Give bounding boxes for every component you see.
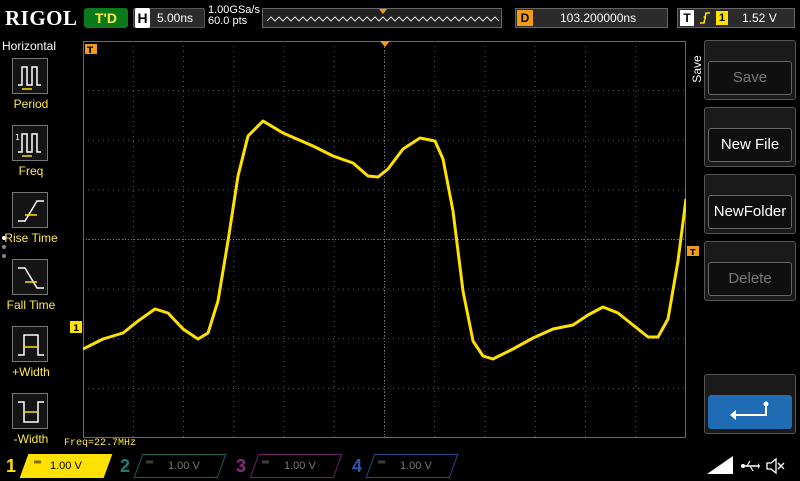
brand-logo: RIGOL	[5, 6, 78, 30]
delay-value: 103.200000ns	[560, 11, 637, 25]
new-folder-button-label: NewFolder	[708, 195, 792, 229]
trigger-channel: 1	[716, 11, 728, 25]
dc-coupling-icon: ═	[146, 457, 154, 468]
channel-2-scale: 1.00 V	[168, 460, 200, 472]
delete-button-label: Delete	[708, 262, 792, 296]
menu-toggle-icon[interactable]	[705, 454, 735, 476]
acquisition-info: 1.00GSa/s 60.0 pts	[208, 5, 260, 27]
channel-1-scale: 1.00 V	[50, 460, 82, 472]
delay-key: D	[517, 10, 533, 26]
usb-icon	[740, 458, 760, 477]
positive-width-label: +Width	[12, 365, 50, 379]
horizontal-key: H	[135, 8, 150, 28]
rise-time-label: Rise Time	[4, 231, 58, 245]
measure-menu: Horizontal Period 1 Freq Rise Time Fall …	[0, 36, 62, 450]
dc-coupling-icon: ═	[34, 457, 42, 468]
measure-rise-time[interactable]: Rise Time	[0, 192, 62, 254]
top-status-bar: RIGOL T'D H 5.00ns 1.00GSa/s 60.0 pts D …	[0, 0, 800, 36]
channel-4-scale: 1.00 V	[400, 460, 432, 472]
save-button[interactable]: Save	[704, 40, 796, 100]
channel-1-status[interactable]: 1 ═ 1.00 V	[0, 454, 113, 478]
negative-width-icon	[12, 393, 48, 429]
dc-coupling-icon: ═	[378, 457, 386, 468]
measure-fall-time[interactable]: Fall Time	[0, 259, 62, 321]
run-status-badge[interactable]: T'D	[84, 8, 128, 28]
channel-3-scale: 1.00 V	[284, 460, 316, 472]
speaker-icon[interactable]	[764, 456, 786, 481]
new-file-button[interactable]: New File	[704, 107, 796, 167]
channel-2-status[interactable]: 2 ═ 1.00 V	[116, 454, 228, 478]
period-icon	[12, 58, 48, 94]
negative-width-label: -Width	[13, 432, 49, 446]
save-menu-title: Save	[690, 40, 704, 100]
channel-3-status[interactable]: 3 ═ 1.00 V	[232, 454, 344, 478]
waveform-grid: T	[82, 41, 700, 438]
measure-positive-width[interactable]: +Width	[0, 326, 62, 388]
rise-time-icon	[12, 192, 48, 228]
save-button-label: Save	[708, 61, 792, 95]
measure-menu-title: Horizontal	[2, 39, 57, 53]
frequency-label: Freq	[18, 164, 44, 178]
svg-text:1: 1	[15, 133, 20, 142]
period-label: Period	[13, 97, 49, 111]
trigger-box[interactable]	[677, 8, 795, 28]
positive-width-icon	[12, 326, 48, 362]
memory-overview	[262, 8, 502, 28]
new-folder-button[interactable]: NewFolder	[704, 174, 796, 234]
save-menu-title-text: Save	[690, 55, 704, 83]
memory-waveform-icon	[266, 9, 500, 22]
return-arrow-icon	[708, 395, 792, 429]
fall-time-label: Fall Time	[6, 298, 56, 312]
svg-text:T: T	[87, 46, 94, 56]
trigger-level-arrow: T	[687, 246, 699, 257]
svg-text:1: 1	[73, 324, 79, 334]
memory-depth: 60.0 pts	[208, 15, 248, 27]
channel-4-status[interactable]: 4 ═ 1.00 V	[348, 454, 460, 478]
rising-edge-icon	[698, 9, 712, 30]
frequency-readout: Freq=22.7MHz	[64, 438, 137, 449]
dc-coupling-icon: ═	[262, 457, 270, 468]
measure-period[interactable]: Period	[0, 58, 62, 120]
return-button[interactable]	[704, 374, 796, 434]
frequency-icon: 1	[12, 125, 48, 161]
measure-frequency[interactable]: 1 Freq	[0, 125, 62, 187]
fall-time-icon	[12, 259, 48, 295]
svg-text:T: T	[690, 248, 696, 257]
channel-1-ground-marker[interactable]: 1	[70, 321, 86, 335]
trigger-key: T	[680, 10, 694, 26]
trigger-level: 1.52 V	[742, 11, 777, 25]
new-file-button-label: New File	[708, 128, 792, 162]
measure-negative-width[interactable]: -Width	[0, 393, 62, 455]
waveform-display[interactable]: T 1 T	[70, 41, 700, 438]
delete-button[interactable]: Delete	[704, 241, 796, 301]
timebase-value: 5.00ns	[157, 11, 194, 25]
